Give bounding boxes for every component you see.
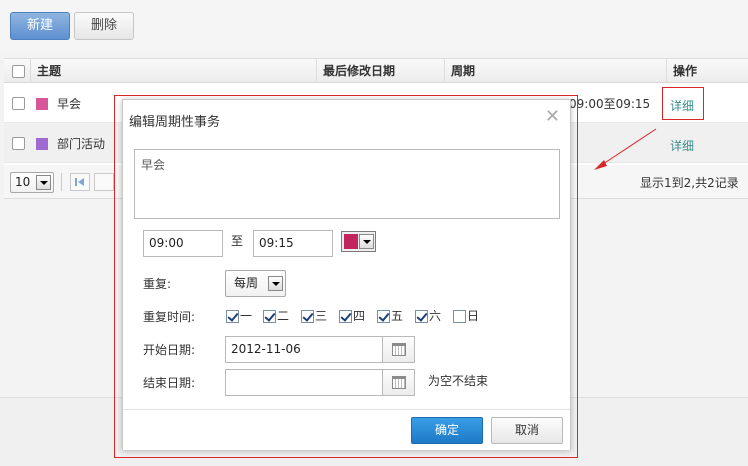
row-checkbox[interactable] <box>12 97 25 110</box>
detail-link[interactable]: 详细 <box>670 137 694 154</box>
annotation-highlight-box <box>662 87 704 120</box>
column-header-modified[interactable]: 最后修改日期 <box>316 59 444 83</box>
row-checkbox[interactable] <box>12 137 25 150</box>
column-header-cycle[interactable]: 周期 <box>444 59 666 83</box>
grid-header: 主题 最后修改日期 周期 操作 <box>4 59 748 83</box>
delete-button[interactable]: 删除 <box>74 12 134 40</box>
select-all-checkbox[interactable] <box>12 65 25 78</box>
column-header-action: 操作 <box>666 59 748 83</box>
first-page-icon <box>75 178 84 186</box>
toolbar: 新建 删除 <box>0 0 748 50</box>
color-swatch <box>36 138 48 150</box>
prev-page-button[interactable] <box>94 173 114 191</box>
first-page-button[interactable] <box>70 173 90 191</box>
row-cycle: 09:00至09:15 <box>569 97 651 111</box>
chevron-down-icon <box>36 175 51 190</box>
row-subject: 早会 <box>57 97 82 111</box>
annotation-arrow-icon <box>594 128 657 170</box>
new-button[interactable]: 新建 <box>10 12 70 40</box>
divider <box>61 173 62 191</box>
column-header-subject[interactable]: 主题 <box>30 59 320 83</box>
page-size-select[interactable]: 10 <box>10 172 54 193</box>
annotation-dialog-box <box>114 95 578 458</box>
color-swatch <box>36 98 48 110</box>
pager-summary: 显示1到2,共2记录 <box>640 176 739 190</box>
row-subject: 部门活动 <box>57 137 106 151</box>
page-size-value: 10 <box>15 175 31 189</box>
